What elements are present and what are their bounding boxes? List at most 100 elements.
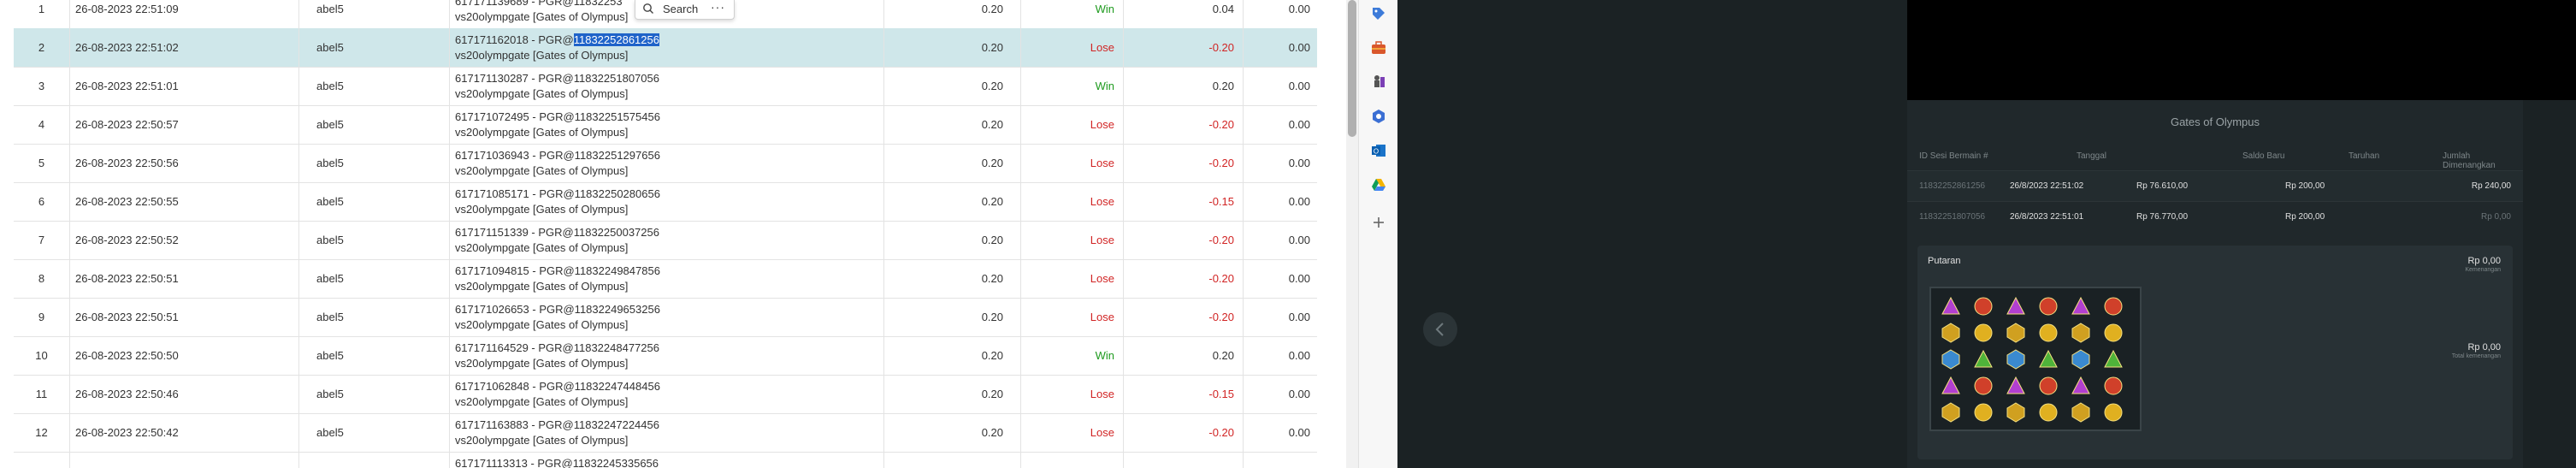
table-row[interactable]: 4 26-08-2023 22:50:57 abel5 617171072495 - … <box>14 105 1317 145</box>
row-win: -0.15 <box>1124 375 1244 413</box>
gem-symbol-icon <box>2006 296 2025 315</box>
row-desc-line1: 617171036943 - PGR@11832251297656 <box>455 149 660 162</box>
row-balance: 0.00 <box>1288 388 1310 400</box>
row-desc-line2: vs20olympgate [Gates of Olympus] <box>455 280 629 293</box>
row-desc-line1: 617171062848 - PGR@11832247448456 <box>455 380 660 393</box>
transactions-table: 1 26-08-2023 22:51:09 abel5 617171139689 - … <box>0 0 1346 468</box>
row-win <box>1124 452 1244 468</box>
row-description[interactable]: 617171164529 - PGR@11832248477256 vs20oly… <box>450 336 884 375</box>
row-description[interactable]: 617171163883 - PGR@11832247224456 vs20oly… <box>450 413 884 452</box>
gem-symbol-icon <box>2104 323 2123 342</box>
table-row[interactable]: 8 26-08-2023 22:50:51 abel5 617171094815 - … <box>14 259 1317 299</box>
row-description[interactable]: 617171113313 - PGR@11832245335656 <box>450 452 884 468</box>
row-number <box>14 452 70 468</box>
game-history-viewer: Gates of Olympus ID Sesi Bermain # Tangg… <box>1397 0 2576 468</box>
history-session-id: 11832252861256 <box>1919 181 1986 191</box>
chess-icon[interactable] <box>1370 74 1387 91</box>
row-description[interactable]: 617171036943 - PGR@11832251297656 vs20oly… <box>450 144 884 182</box>
gem-symbol-icon <box>1974 376 1993 395</box>
row-desc-line1: 617171163883 - PGR@11832247224456 <box>455 418 659 431</box>
table-row[interactable]: 2 26-08-2023 22:51:02 abel5 617171162018 - … <box>14 28 1317 68</box>
row-balance: 0.00 <box>1288 157 1310 169</box>
row-description[interactable]: 617171162018 - PGR@11832252861256 vs20oly… <box>450 28 884 67</box>
history-bet: Rp 200,00 <box>2285 181 2325 191</box>
back-button[interactable] <box>1423 312 1457 347</box>
row-balance <box>1244 452 1317 468</box>
history-row[interactable]: 11832251807056 26/8/2023 22:51:01 Rp 76.… <box>1907 201 2523 233</box>
tag-icon[interactable] <box>1370 5 1387 22</box>
row-username: abel5 <box>299 0 450 28</box>
scrollbar[interactable] <box>1346 0 1358 468</box>
row-bet: 0.20 <box>884 144 1021 182</box>
row-balance: 0.00 <box>1288 118 1310 131</box>
row-desc-line1: 617171164529 - PGR@11832248477256 <box>455 341 659 354</box>
history-win-amount: Rp 240,00 <box>2471 181 2511 191</box>
row-desc-line2: vs20olympgate [Gates of Olympus] <box>455 87 629 100</box>
table-row[interactable]: 6 26-08-2023 22:50:55 abel5 617171085171 - … <box>14 182 1317 222</box>
row-description[interactable]: 617171085171 - PGR@11832250280656 vs20oly… <box>450 182 884 221</box>
table-row[interactable]: 7 26-08-2023 22:50:52 abel5 617171151339 - … <box>14 221 1317 260</box>
row-bet: 0.20 <box>884 298 1021 336</box>
row-date: 26-08-2023 22:50:46 <box>70 375 299 413</box>
spin-win-caption: Kemenangan <box>2465 267 2501 273</box>
scroll-thumb[interactable] <box>1348 0 1356 137</box>
row-desc-line1: 617171162018 - PGR@ <box>455 33 574 46</box>
outlook-icon[interactable]: O <box>1370 142 1387 159</box>
row-description[interactable]: 617171151339 - PGR@11832250037256 vs20oly… <box>450 221 884 259</box>
row-result: Win <box>1021 0 1124 28</box>
search-popup[interactable]: Search ··· <box>635 0 735 20</box>
table-row[interactable]: 3 26-08-2023 22:51:01 abel5 617171130287 - … <box>14 67 1317 106</box>
gem-symbol-icon <box>2039 376 2058 395</box>
search-label[interactable]: Search <box>663 3 698 15</box>
table-row[interactable]: 12 26-08-2023 22:50:42 abel5 617171163883 -… <box>14 413 1317 453</box>
gem-symbol-icon <box>1974 323 1993 342</box>
row-win: 0.20 <box>1124 336 1244 375</box>
row-username: abel5 <box>299 105 450 144</box>
total-win-amount: Rp 0,00 <box>2467 342 2501 352</box>
row-result: Lose <box>1021 298 1124 336</box>
row-bet: 0.20 <box>884 28 1021 67</box>
plus-icon[interactable] <box>1370 214 1387 231</box>
hexagon-icon[interactable] <box>1370 108 1387 125</box>
row-bet: 0.20 <box>884 413 1021 452</box>
row-description[interactable]: 617171094815 - PGR@11832249847856 vs20oly… <box>450 259 884 298</box>
gem-symbol-icon <box>2006 402 2025 423</box>
row-description[interactable]: 617171130287 - PGR@11832251807056 vs20oly… <box>450 67 884 105</box>
table-row[interactable]: 617171113313 - PGR@11832245335656 <box>14 452 1317 468</box>
svg-text:O: O <box>1374 148 1379 156</box>
history-row[interactable]: 11832252861256 26/8/2023 22:51:02 Rp 76.… <box>1907 170 2523 202</box>
more-options-icon[interactable]: ··· <box>711 0 725 14</box>
row-username: abel5 <box>299 375 450 413</box>
row-description[interactable]: 617171072495 - PGR@11832251575456 vs20oly… <box>450 105 884 144</box>
row-desc-line2: vs20olympgate [Gates of Olympus] <box>455 164 629 177</box>
game-history-panel: Gates of Olympus ID Sesi Bermain # Tangg… <box>1907 100 2523 468</box>
gem-symbol-icon <box>2104 297 2123 316</box>
row-bet: 0.20 <box>884 182 1021 221</box>
row-desc-line2: vs20olympgate [Gates of Olympus] <box>455 49 629 62</box>
row-result: Lose <box>1021 144 1124 182</box>
row-win: -0.20 <box>1124 221 1244 259</box>
row-username: abel5 <box>299 221 450 259</box>
header-balance: Saldo Baru <box>2242 151 2285 161</box>
header-session-id: ID Sesi Bermain # <box>1919 151 1988 161</box>
row-desc-line2: vs20olympgate [Gates of Olympus] <box>455 203 629 216</box>
row-description[interactable]: 617171062848 - PGR@11832247448456 vs20oly… <box>450 375 884 413</box>
history-date: 26/8/2023 22:51:02 <box>2010 181 2084 191</box>
table-row[interactable]: 11 26-08-2023 22:50:46 abel5 617171062848 -… <box>14 375 1317 414</box>
row-bet: 0.20 <box>884 105 1021 144</box>
table-row[interactable]: 9 26-08-2023 22:50:51 abel5 617171026653 - … <box>14 298 1317 337</box>
browser-sidebar: O <box>1358 0 1399 468</box>
toolbox-icon[interactable] <box>1370 39 1387 56</box>
drive-icon[interactable] <box>1370 176 1387 193</box>
gem-symbol-icon <box>1974 403 1993 422</box>
row-description[interactable]: 617171026653 - PGR@11832249653256 vs20oly… <box>450 298 884 336</box>
row-win: 0.20 <box>1124 67 1244 105</box>
table-row[interactable]: 10 26-08-2023 22:50:50 abel5 617171164529 -… <box>14 336 1317 376</box>
gem-symbol-icon <box>2071 349 2090 370</box>
row-desc-line1: 617171113313 - PGR@11832245335656 <box>455 457 659 468</box>
header-bet: Taruhan <box>2349 151 2380 161</box>
game-canvas-top <box>1907 0 2576 100</box>
row-number: 6 <box>14 182 70 221</box>
table-row[interactable]: 5 26-08-2023 22:50:56 abel5 617171036943 - … <box>14 144 1317 183</box>
row-bet: 0.20 <box>884 221 1021 259</box>
